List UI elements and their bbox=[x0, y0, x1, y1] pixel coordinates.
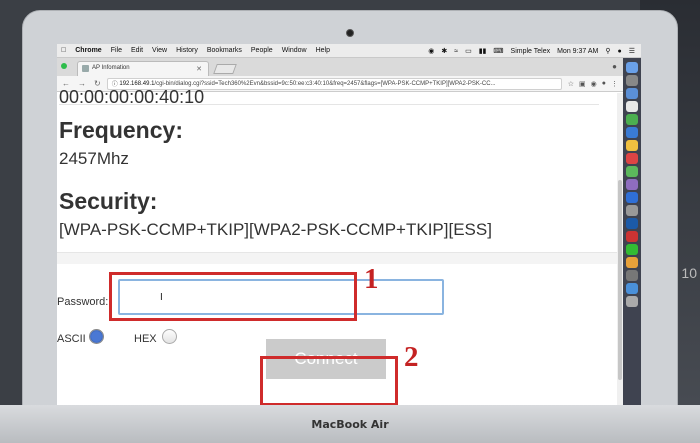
menubar-status: ◉ ✱ ≈ ▭ ▮▮ ⌨ Simple Telex Mon 9:37 AM ⚲ … bbox=[421, 44, 635, 58]
url-path: /cgi-bin/dialog.cgi?ssid=Tech360%2Evn&bs… bbox=[154, 80, 496, 87]
menu-file[interactable]: File bbox=[111, 47, 122, 54]
tab-close-icon[interactable]: ✕ bbox=[196, 65, 202, 73]
menu-help[interactable]: Help bbox=[316, 47, 330, 54]
launchpad-icon[interactable] bbox=[626, 75, 638, 86]
app-icon[interactable] bbox=[626, 257, 638, 268]
hex-radio[interactable] bbox=[162, 329, 177, 344]
finder-icon[interactable] bbox=[626, 62, 638, 73]
safari-icon[interactable] bbox=[626, 88, 638, 99]
page-scrollbar-thumb[interactable] bbox=[618, 180, 622, 380]
security-value: [WPA-PSK-CCMP+TKIP][WPA2-PSK-CCMP+TKIP][… bbox=[59, 220, 492, 239]
divider bbox=[59, 104, 599, 105]
appstore-icon[interactable] bbox=[626, 192, 638, 203]
security-heading: Security: bbox=[59, 188, 158, 214]
notes-icon[interactable] bbox=[626, 140, 638, 151]
menu-icon[interactable]: ⋮ bbox=[611, 80, 618, 88]
menu-people[interactable]: People bbox=[251, 47, 273, 54]
extension-icon[interactable]: ▣ bbox=[579, 80, 586, 88]
wifi-icon[interactable]: ≈ bbox=[454, 48, 458, 55]
profile-icon[interactable]: ● bbox=[612, 62, 617, 71]
settings-icon[interactable] bbox=[626, 205, 638, 216]
keyboard-icon[interactable]: ⌨ bbox=[493, 47, 503, 55]
frequency-value: 2457Mhz bbox=[59, 149, 129, 168]
apple-icon[interactable]:  bbox=[61, 47, 66, 54]
section-divider bbox=[57, 252, 617, 264]
airplay-icon[interactable]: ▭ bbox=[465, 47, 472, 55]
background-text: 10 bbox=[681, 265, 697, 281]
app-icon[interactable] bbox=[626, 283, 638, 294]
mac-dock bbox=[623, 58, 641, 410]
menu-view[interactable]: View bbox=[152, 47, 167, 54]
calendar-icon[interactable] bbox=[626, 101, 638, 112]
frequency-heading: Frequency: bbox=[59, 117, 183, 143]
tab-ap-information[interactable]: AP Infomation ✕ bbox=[77, 61, 209, 76]
notification-icon[interactable]: ☰ bbox=[629, 47, 635, 55]
user-icon[interactable]: ● bbox=[617, 48, 621, 55]
password-label: Password: bbox=[57, 296, 109, 308]
ascii-label: ASCII bbox=[57, 333, 86, 345]
menu-edit[interactable]: Edit bbox=[131, 47, 143, 54]
app-icon[interactable] bbox=[626, 231, 638, 242]
photoshop-icon[interactable] bbox=[626, 218, 638, 229]
annotation-box-2 bbox=[260, 356, 398, 406]
clock[interactable]: Mon 9:37 AM bbox=[557, 48, 598, 55]
record-icon[interactable]: ◉ bbox=[428, 47, 434, 55]
camera bbox=[346, 29, 354, 37]
window-dot-icon[interactable] bbox=[61, 63, 67, 69]
tab-strip: AP Infomation ✕ ● bbox=[57, 58, 623, 76]
battery-icon[interactable]: ▮▮ bbox=[479, 47, 487, 55]
app-icon[interactable] bbox=[626, 270, 638, 281]
tab-title: AP Infomation bbox=[92, 65, 130, 71]
laptop-label: MacBook Air bbox=[311, 418, 389, 431]
photos-icon[interactable] bbox=[626, 179, 638, 190]
url-host: 192.168.49.1 bbox=[119, 80, 155, 87]
new-tab-button[interactable] bbox=[213, 64, 237, 74]
ascii-radio[interactable] bbox=[89, 329, 104, 344]
spotlight-icon[interactable]: ⚲ bbox=[605, 47, 610, 55]
music-icon[interactable] bbox=[626, 153, 638, 164]
hex-label: HEX bbox=[134, 333, 157, 345]
menu-bookmarks[interactable]: Bookmarks bbox=[207, 47, 242, 54]
messages-icon[interactable] bbox=[626, 166, 638, 177]
chrome-icon[interactable] bbox=[626, 114, 638, 125]
annotation-number-2: 2 bbox=[404, 341, 419, 373]
extension-icons: ☆ ▣ ◉ ● ⋮ bbox=[568, 80, 623, 88]
extension-icon[interactable]: ◉ bbox=[591, 80, 597, 88]
trash-icon[interactable] bbox=[626, 296, 638, 307]
bluetooth-icon[interactable]: ✱ bbox=[441, 47, 447, 55]
menu-history[interactable]: History bbox=[176, 47, 198, 54]
page-favicon-icon bbox=[82, 65, 89, 72]
mail-icon[interactable] bbox=[626, 127, 638, 138]
extension-icon[interactable]: ● bbox=[602, 80, 606, 87]
annotation-box-1 bbox=[109, 272, 357, 321]
menu-chrome[interactable]: Chrome bbox=[75, 47, 101, 54]
menu-window[interactable]: Window bbox=[282, 47, 307, 54]
app-icon[interactable] bbox=[626, 244, 638, 255]
bookmark-star-icon[interactable]: ☆ bbox=[568, 80, 574, 88]
annotation-number-1: 1 bbox=[364, 263, 379, 295]
simple-telex-menu[interactable]: Simple Telex bbox=[511, 48, 551, 55]
mac-menubar:  Chrome File Edit View History Bookmark… bbox=[57, 44, 641, 58]
